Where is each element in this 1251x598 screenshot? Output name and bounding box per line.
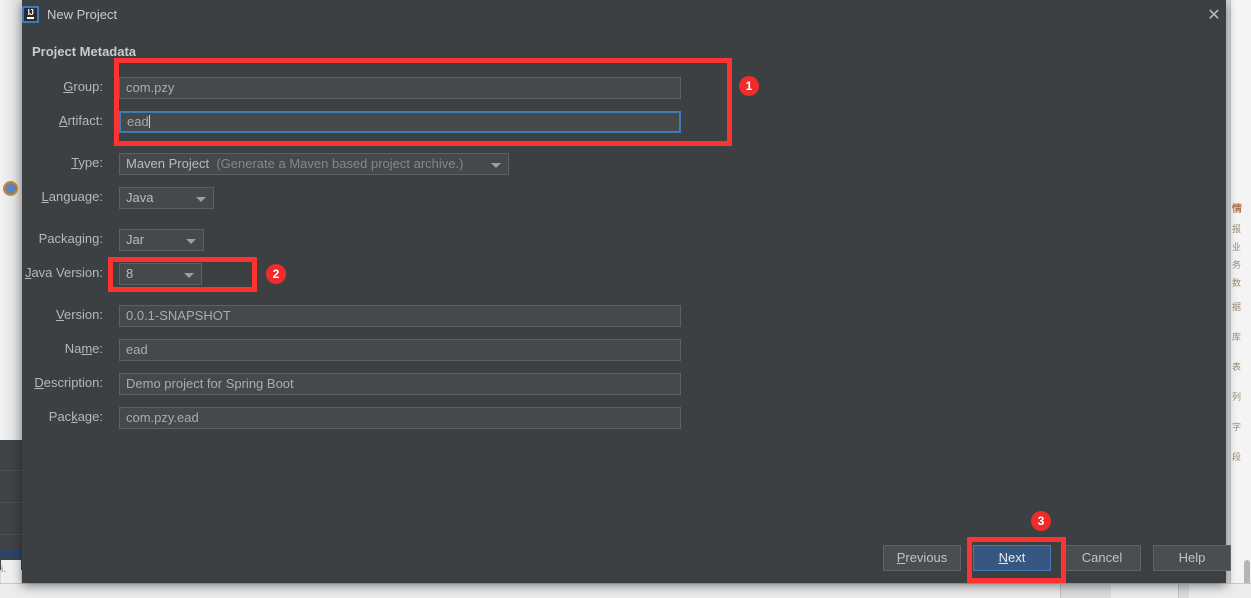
help-button[interactable]: Help: [1153, 545, 1231, 571]
label-artifact: Artifact:: [58, 113, 103, 128]
background-right-fragment: 情: [1232, 204, 1242, 215]
label-type: Type:: [71, 155, 103, 170]
cancel-button[interactable]: Cancel: [1063, 545, 1141, 571]
chevron-down-icon: [186, 239, 196, 244]
field-row-package: Package:: [22, 407, 103, 429]
type-combo[interactable]: Maven Project (Generate a Maven based pr…: [119, 153, 509, 175]
label-language: Language:: [41, 189, 103, 204]
background-bottom-tile: [1060, 584, 1111, 598]
label-group: Group:: [63, 79, 103, 94]
name-input[interactable]: ead: [119, 339, 681, 361]
chevron-down-icon: [196, 197, 206, 202]
background-right-fragment: 务: [1232, 260, 1242, 270]
background-left-icon: [3, 181, 18, 196]
label-version: Version:: [56, 307, 103, 322]
background-right-fragment: 段: [1232, 452, 1242, 462]
field-row-name: Name:: [22, 339, 103, 361]
field-row-artifact: Artifact:: [22, 111, 103, 133]
new-project-dialog: IJ New Project ✕ Project Metadata Group:…: [22, 0, 1231, 583]
field-row-java-version: Java Version:: [22, 263, 103, 285]
close-icon[interactable]: ✕: [1202, 4, 1226, 28]
background-right-fragment: 表: [1232, 362, 1242, 372]
background-left-selection-strip: [0, 550, 22, 558]
background-right-fragment: 库: [1232, 332, 1242, 342]
next-button[interactable]: Next: [973, 545, 1051, 571]
background-right-fragment: 数: [1232, 278, 1242, 288]
label-packaging: Packaging:: [38, 231, 103, 246]
background-right-panel: 情 报 业 务 数 据 库 表 列 字 段: [1230, 0, 1251, 598]
intellij-idea-icon: IJ: [22, 6, 39, 23]
dialog-titlebar: IJ New Project ✕: [22, 0, 1226, 30]
packaging-combo[interactable]: Jar: [119, 229, 204, 251]
field-row-language: Language:: [22, 187, 103, 209]
language-combo[interactable]: Java: [119, 187, 214, 209]
version-input[interactable]: 0.0.1-SNAPSHOT: [119, 305, 681, 327]
package-input[interactable]: com.pzy.ead: [119, 407, 681, 429]
field-row-type: Type:: [22, 153, 103, 175]
group-input[interactable]: com.pzy: [119, 77, 681, 99]
annotation-badge-1: 1: [739, 76, 759, 96]
artifact-input[interactable]: ead: [119, 111, 681, 133]
chevron-down-icon: [184, 273, 194, 278]
description-input[interactable]: Demo project for Spring Boot: [119, 373, 681, 395]
label-java-version: Java Version:: [24, 265, 103, 280]
background-right-fragment: 据: [1232, 302, 1242, 312]
field-row-version: Version:: [22, 305, 103, 327]
text-cursor: [148, 115, 150, 128]
background-right-fragment: 业: [1232, 242, 1242, 252]
dialog-title: New Project: [47, 7, 118, 22]
field-row-group: Group:: [22, 77, 103, 99]
label-description: Description:: [34, 375, 103, 390]
label-name: Name:: [64, 341, 103, 356]
chevron-down-icon: [491, 163, 501, 168]
annotation-badge-3: 3: [1031, 511, 1051, 531]
section-title: Project Metadata: [32, 44, 137, 59]
background-right-fragment: 报: [1232, 224, 1242, 234]
field-row-description: Description:: [22, 373, 103, 395]
java-version-combo[interactable]: 8: [119, 263, 202, 285]
previous-button[interactable]: Previous: [883, 545, 961, 571]
annotation-badge-2: 2: [266, 264, 286, 284]
field-row-packaging: Packaging:: [22, 229, 103, 251]
background-bottom-tile: [1178, 584, 1189, 598]
label-package: Package:: [48, 409, 103, 424]
background-right-fragment: 字: [1232, 422, 1242, 432]
background-left-panel: [0, 0, 23, 440]
background-right-fragment: 列: [1232, 392, 1242, 402]
